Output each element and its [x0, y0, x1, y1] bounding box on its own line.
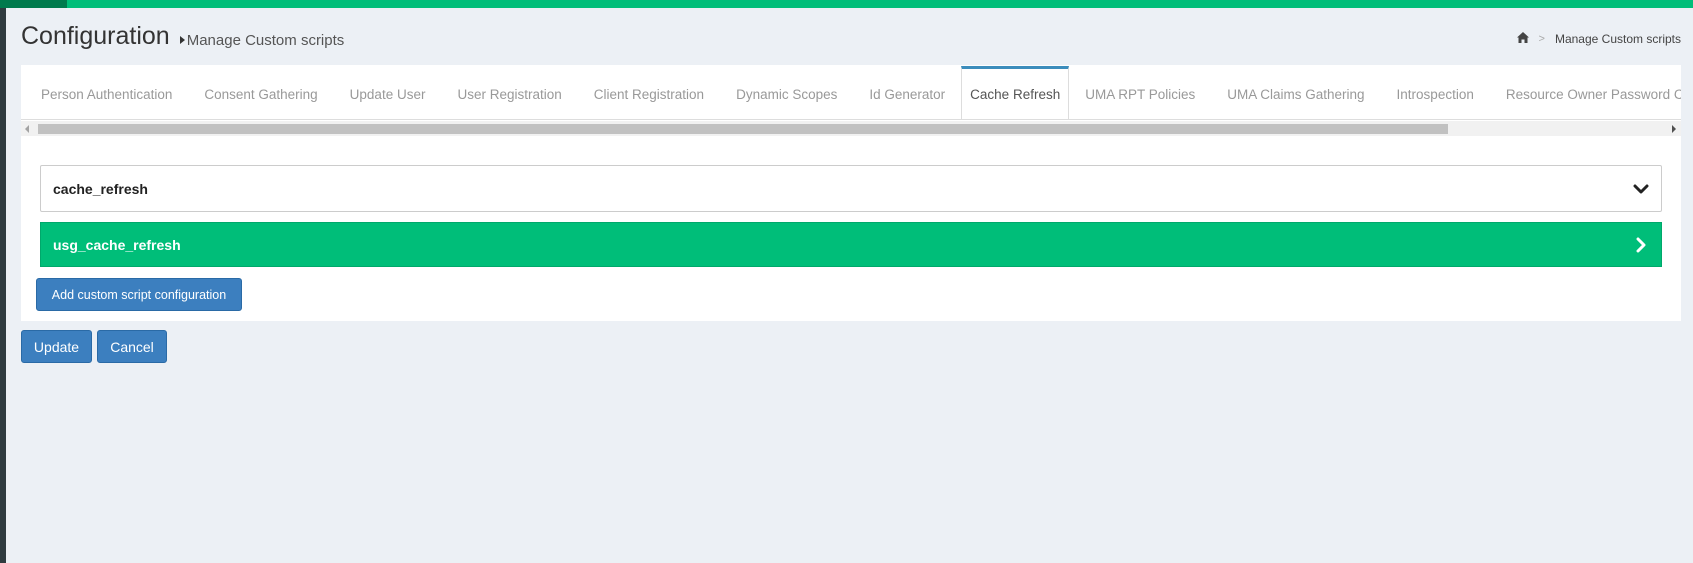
tab-resource-owner-password-credentials[interactable]: Resource Owner Password Credentials — [1490, 66, 1681, 119]
script-item-usg-cache-refresh[interactable]: usg_cache_refresh — [40, 222, 1662, 267]
top-bar — [0, 0, 1693, 8]
breadcrumb-current: Manage Custom scripts — [1554, 32, 1681, 46]
top-bar-logo-area — [0, 0, 67, 8]
tab-dynamic-scopes[interactable]: Dynamic Scopes — [720, 66, 853, 119]
script-item-name: cache_refresh — [53, 180, 148, 197]
script-item-name: usg_cache_refresh — [53, 236, 181, 253]
tab-uma-claims-gathering[interactable]: UMA Claims Gathering — [1211, 66, 1380, 119]
tab-uma-rpt-policies[interactable]: UMA RPT Policies — [1069, 66, 1211, 119]
cancel-button[interactable]: Cancel — [97, 330, 167, 363]
home-icon[interactable] — [1516, 32, 1529, 46]
breadcrumb-separator: > — [1538, 33, 1545, 45]
scrollbar-thumb[interactable] — [38, 124, 1448, 134]
breadcrumb: > Manage Custom scripts — [1516, 32, 1681, 46]
tab-user-registration[interactable]: User Registration — [441, 66, 577, 119]
page-subtitle: Manage Custom scripts — [179, 31, 345, 49]
tab-client-registration[interactable]: Client Registration — [578, 66, 720, 119]
page-subtitle-text: Manage Custom scripts — [186, 31, 345, 49]
tabs-horizontal-scrollbar[interactable] — [21, 121, 1681, 136]
tab-cache-refresh[interactable]: Cache Refresh — [961, 66, 1070, 119]
tab-consent-gathering[interactable]: Consent Gathering — [188, 66, 333, 119]
sidebar-edge — [0, 8, 6, 563]
update-button[interactable]: Update — [21, 330, 92, 363]
scroll-right-arrow-icon[interactable] — [1672, 125, 1676, 133]
chevron-right-icon[interactable] — [1633, 237, 1649, 253]
content-header: Configuration Manage Custom scripts — [21, 22, 344, 56]
tab-update-user[interactable]: Update User — [334, 66, 442, 119]
page-title: Configuration — [21, 22, 170, 50]
tab-introspection[interactable]: Introspection — [1381, 66, 1490, 119]
tab-id-generator[interactable]: Id Generator — [853, 66, 961, 119]
script-type-tabs: Person Authentication Consent Gathering … — [21, 65, 1681, 120]
scroll-left-arrow-icon[interactable] — [25, 125, 29, 133]
tab-person-authentication[interactable]: Person Authentication — [25, 66, 188, 119]
caret-right-icon — [179, 36, 185, 44]
add-custom-script-button[interactable]: Add custom script configuration — [36, 278, 242, 311]
script-item-cache-refresh[interactable]: cache_refresh — [40, 165, 1662, 212]
chevron-down-icon[interactable] — [1633, 181, 1649, 197]
scripts-panel: Person Authentication Consent Gathering … — [21, 65, 1681, 321]
